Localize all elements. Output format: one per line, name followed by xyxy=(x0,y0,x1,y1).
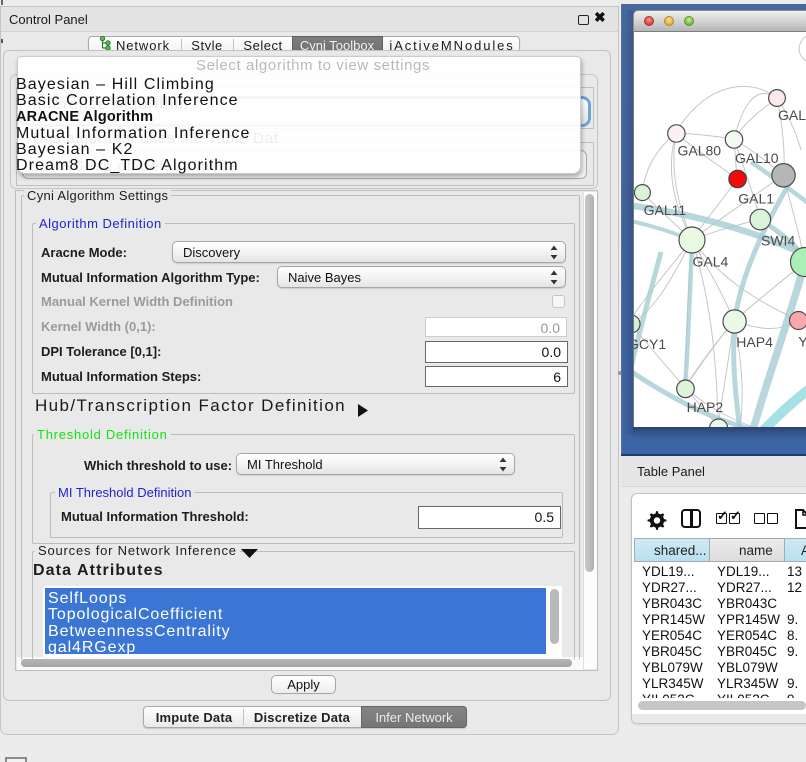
svg-text:GAL80: GAL80 xyxy=(678,143,722,159)
svg-text:GAL11: GAL11 xyxy=(644,202,687,218)
svg-text:HAP4: HAP4 xyxy=(736,334,773,350)
svg-text:GAL4: GAL4 xyxy=(693,254,729,270)
svg-text:GAL: GAL xyxy=(778,107,806,123)
svg-text:GAL10: GAL10 xyxy=(735,150,779,166)
svg-text:HAP2: HAP2 xyxy=(687,399,724,415)
svg-text:SWI4: SWI4 xyxy=(761,233,795,249)
svg-text:Y: Y xyxy=(798,334,806,350)
svg-text:GAL1: GAL1 xyxy=(738,191,774,207)
svg-text:GCY1: GCY1 xyxy=(634,336,666,352)
